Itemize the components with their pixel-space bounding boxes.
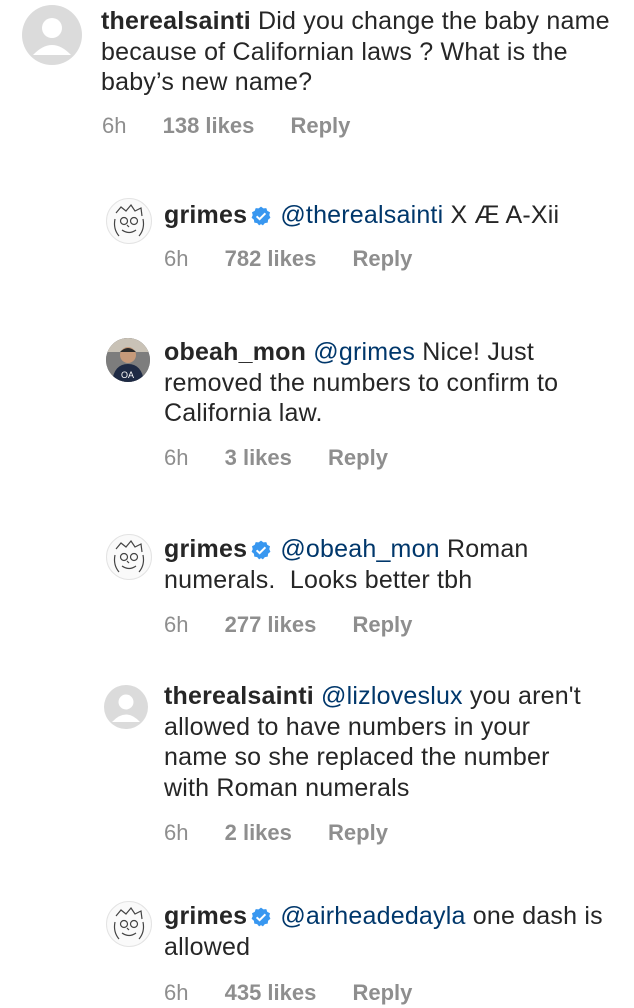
comment-text: grimes @airheadedayla one dash is allowe… <box>164 901 624 962</box>
comment-text: therealsainti @lizloveslux you aren't al… <box>164 681 594 803</box>
grimes-sketch-avatar[interactable] <box>106 198 152 244</box>
timestamp: 6h <box>164 445 189 470</box>
grimes-sketch-avatar[interactable] <box>106 534 152 580</box>
timestamp: 6h <box>164 612 189 637</box>
mention-link[interactable]: @lizloveslux <box>321 682 463 710</box>
reply-item: OA obeah_mon @grimes Nice! Just removed … <box>0 330 622 480</box>
likes-count[interactable]: 277 likes <box>225 612 317 638</box>
reply-button[interactable]: Reply <box>328 820 388 846</box>
comment-meta: 6h 435 likes Reply <box>164 980 412 1006</box>
likes-count[interactable]: 138 likes <box>163 113 255 139</box>
mention-link[interactable]: @therealsainti <box>280 201 443 229</box>
reply-item: grimes @therealsainti X Æ A-Xii 6h 782 l… <box>0 190 622 280</box>
comment-text: grimes @therealsainti X Æ A-Xii <box>164 200 624 231</box>
comment-text: obeah_mon @grimes Nice! Just removed the… <box>164 337 624 429</box>
reply-button[interactable]: Reply <box>328 445 388 471</box>
verified-badge-icon <box>251 907 271 927</box>
likes-count[interactable]: 435 likes <box>225 980 317 1006</box>
username-link[interactable]: grimes <box>164 201 247 229</box>
comment-meta: 6h 2 likes Reply <box>164 820 388 846</box>
username-link[interactable]: therealsainti <box>101 7 251 35</box>
comment-text: grimes @obeah_mon Roman numerals. Looks … <box>164 534 624 595</box>
comment-meta: 6h 782 likes Reply <box>164 246 412 272</box>
photo-avatar[interactable]: OA <box>106 338 150 382</box>
timestamp: 6h <box>164 980 189 1005</box>
username-link[interactable]: grimes <box>164 902 247 930</box>
comment-item: therealsainti Did you change the baby na… <box>0 0 622 150</box>
default-avatar[interactable] <box>22 5 82 65</box>
reply-button[interactable]: Reply <box>290 113 350 139</box>
mention-link[interactable]: @airheadedayla <box>280 902 465 930</box>
username-link[interactable]: obeah_mon <box>164 338 306 366</box>
mention-link[interactable]: @grimes <box>313 338 415 366</box>
comment-meta: 6h 138 likes Reply <box>102 113 350 139</box>
timestamp: 6h <box>102 113 127 138</box>
username-link[interactable]: therealsainti <box>164 682 314 710</box>
comment-meta: 6h 3 likes Reply <box>164 445 388 471</box>
grimes-sketch-avatar[interactable] <box>106 901 152 947</box>
username-link[interactable]: grimes <box>164 535 247 563</box>
comment-meta: 6h 277 likes Reply <box>164 612 412 638</box>
likes-count[interactable]: 3 likes <box>225 445 292 471</box>
verified-badge-icon <box>251 540 271 560</box>
reply-item: grimes @airheadedayla one dash is allowe… <box>0 893 622 1008</box>
reply-item: therealsainti @lizloveslux you aren't al… <box>0 675 622 855</box>
reply-item: grimes @obeah_mon Roman numerals. Looks … <box>0 526 622 646</box>
comment-text: therealsainti Did you change the baby na… <box>101 6 621 98</box>
default-avatar[interactable] <box>104 685 148 729</box>
likes-count[interactable]: 2 likes <box>225 820 292 846</box>
comment-body: X Æ A-Xii <box>450 201 560 229</box>
verified-badge-icon <box>251 206 271 226</box>
timestamp: 6h <box>164 246 189 271</box>
mention-link[interactable]: @obeah_mon <box>280 535 439 563</box>
likes-count[interactable]: 782 likes <box>225 246 317 272</box>
timestamp: 6h <box>164 820 189 845</box>
reply-button[interactable]: Reply <box>352 980 412 1006</box>
reply-button[interactable]: Reply <box>352 612 412 638</box>
reply-button[interactable]: Reply <box>352 246 412 272</box>
svg-text:OA: OA <box>121 370 134 380</box>
